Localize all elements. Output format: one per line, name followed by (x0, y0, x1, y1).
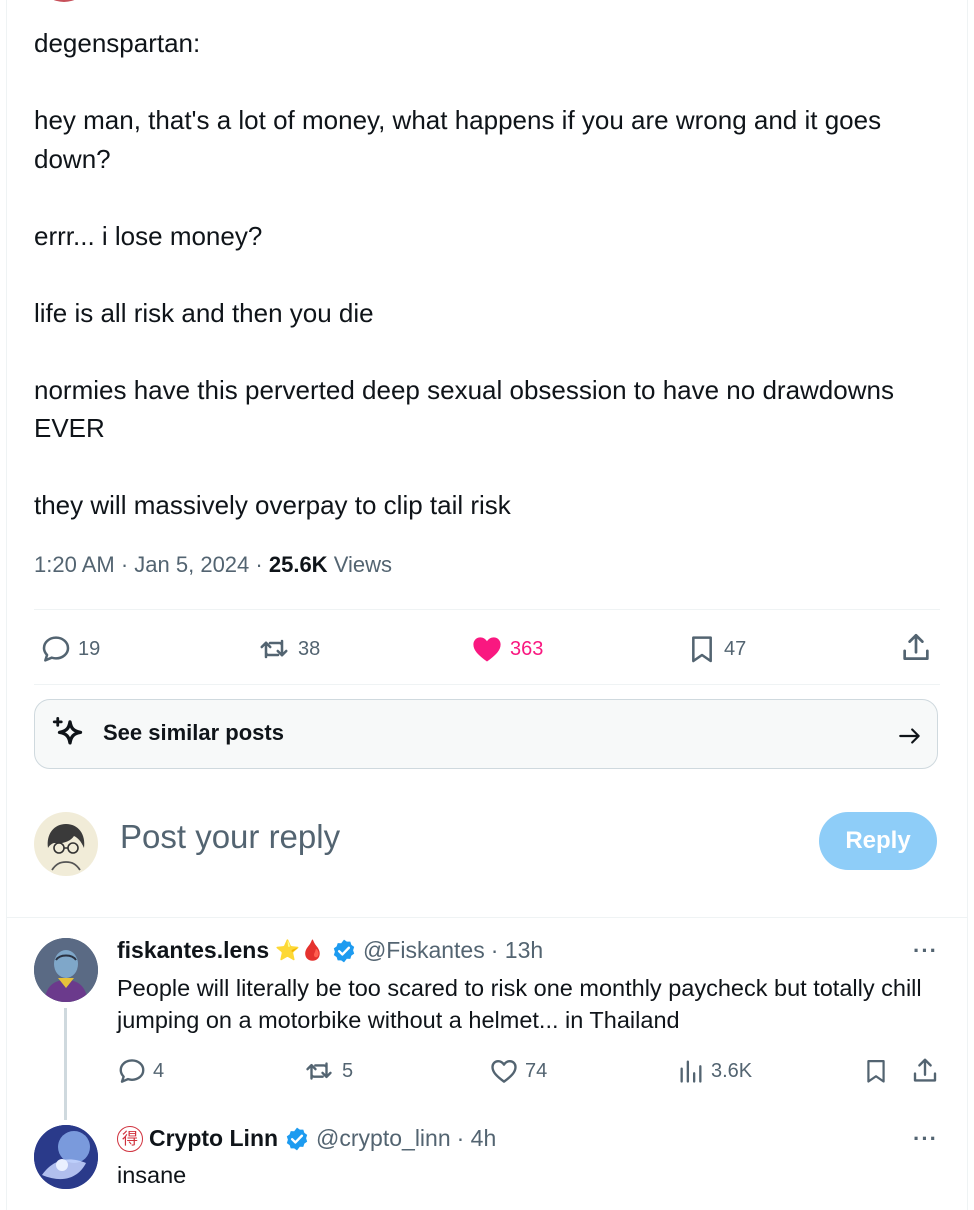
reply-time[interactable]: · 4h (457, 1125, 497, 1152)
reply-submit-button[interactable]: Reply (819, 812, 937, 870)
reply-count: 4 (153, 1059, 165, 1082)
reply-button[interactable]: 19 (40, 633, 100, 665)
repost-count: 38 (298, 637, 321, 660)
name-badge: 得 (117, 1125, 143, 1152)
more-icon[interactable]: ··· (913, 938, 938, 964)
reply-input[interactable]: Post your reply (120, 818, 340, 856)
heart-icon (473, 637, 501, 662)
share-button[interactable] (899, 631, 933, 665)
heart-icon (491, 1059, 517, 1083)
reply-reply-button[interactable]: 4 (117, 1056, 164, 1086)
share-icon (903, 633, 929, 660)
views-count: 25.6K (268, 552, 328, 577)
divider (6, 917, 968, 918)
bookmark-icon (867, 1059, 885, 1083)
like-button[interactable]: 363 (470, 633, 543, 665)
repost-icon (260, 639, 288, 659)
views-count: 3.6K (711, 1059, 753, 1082)
share-icon (913, 1058, 937, 1082)
reply-repost-button[interactable]: 5 (302, 1056, 353, 1086)
bookmark-count: 47 (724, 637, 747, 660)
reply-author-handle[interactable]: @Fiskantes (363, 937, 485, 964)
verified-icon (286, 1127, 308, 1150)
reply-icon (42, 636, 70, 662)
divider (34, 609, 940, 610)
meta-separator: · (120, 552, 129, 577)
arrow-right-icon (899, 728, 920, 744)
post-meta: 1:20 AM · Jan 5, 2024 · 25.6K Views (34, 549, 392, 581)
reply-views-button[interactable]: 3.6K (677, 1056, 752, 1086)
views-label: Views (333, 552, 392, 577)
name-emoji: ⭐🩸 (275, 940, 325, 962)
repost-count: 5 (342, 1059, 354, 1082)
reply-author-handle[interactable]: @crypto_linn (316, 1125, 451, 1152)
see-similar-posts[interactable]: See similar posts (34, 699, 938, 769)
reply-author-name[interactable]: fiskantes.lens (117, 937, 269, 964)
reply-count: 19 (78, 637, 101, 660)
reply-time[interactable]: · 13h (491, 937, 543, 964)
reply-share-button[interactable] (910, 1055, 940, 1087)
repost-icon (306, 1062, 332, 1080)
similar-posts-label: See similar posts (103, 720, 284, 745)
reply-header: 得 Crypto Linn @crypto_linn · 4h (117, 1125, 496, 1152)
reply-like-button[interactable]: 74 (489, 1056, 547, 1086)
reply-author-name[interactable]: Crypto Linn (149, 1125, 278, 1152)
more-icon[interactable]: ··· (913, 1126, 938, 1152)
bookmark-icon (692, 636, 712, 663)
post-text: degenspartan: hey man, that's a lot of m… (34, 28, 894, 520)
reply-avatar[interactable] (34, 938, 98, 1002)
like-count: 363 (510, 637, 544, 660)
reply-icon (119, 1059, 145, 1083)
meta-separator: · (255, 552, 263, 577)
repost-button[interactable]: 38 (256, 633, 320, 665)
divider (34, 684, 940, 685)
views-icon (680, 1060, 702, 1083)
thread-line (64, 1008, 67, 1120)
reply-text: People will literally be too scared to r… (117, 975, 922, 1033)
reply-text: insane (117, 1162, 187, 1188)
verified-icon (333, 939, 355, 962)
reply-avatar[interactable] (34, 1125, 98, 1189)
reply-bookmark-button[interactable] (862, 1056, 890, 1086)
like-count: 74 (525, 1059, 548, 1082)
bookmark-button[interactable]: 47 (686, 633, 746, 665)
reply-header: fiskantes.lens ⭐🩸 @Fiskantes · 13h (117, 937, 543, 964)
post-date[interactable]: Jan 5, 2024 (134, 552, 249, 577)
current-user-avatar[interactable] (34, 812, 98, 876)
sparkle-icon (52, 716, 83, 745)
post-time[interactable]: 1:20 AM (34, 552, 115, 577)
